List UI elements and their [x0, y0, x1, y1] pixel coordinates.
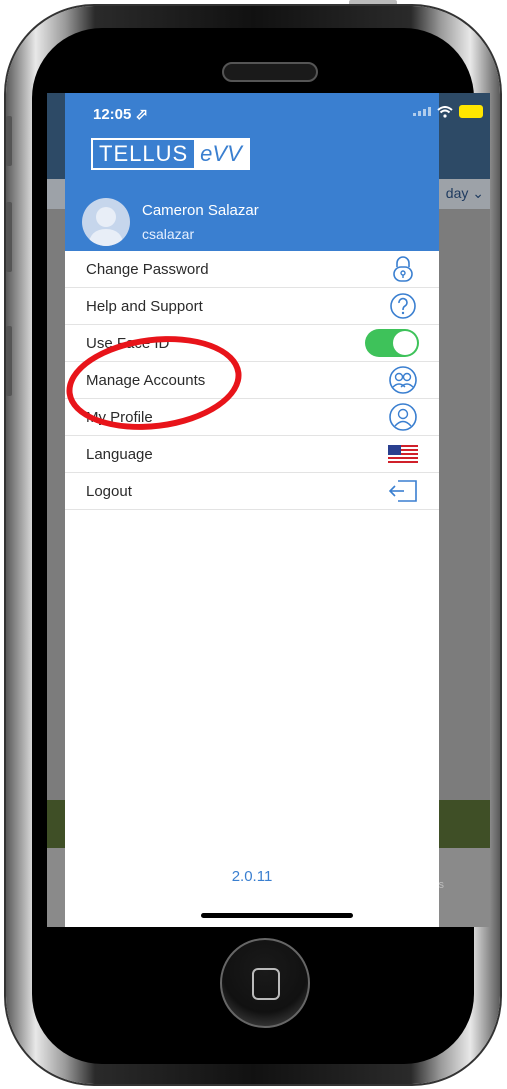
- question-circle-icon: [387, 290, 419, 322]
- background-filter-dropdown[interactable]: day ⌄: [446, 185, 484, 202]
- status-icons: [413, 105, 483, 118]
- home-square-icon: [252, 968, 280, 1000]
- app-version: 2.0.11: [231, 868, 273, 885]
- menu-item-logout[interactable]: Logout: [65, 473, 439, 510]
- user-avatar-icon: [88, 207, 124, 246]
- multi-user-icon: [387, 364, 419, 396]
- menu-item-help-and-support[interactable]: Help and Support: [65, 288, 439, 325]
- logo-text-tellus: TELLUS: [99, 141, 189, 166]
- menu-item-label: Language: [86, 445, 153, 463]
- phone-screen: day ⌄ s 12:05 ⬀ TELLUS eVV Cameron Salaz…: [47, 93, 490, 927]
- status-time: 12:05 ⬀: [93, 106, 149, 123]
- side-button: [6, 116, 12, 166]
- menu-item-language[interactable]: Language: [65, 436, 439, 473]
- user-full-name: Cameron Salazar: [142, 202, 259, 219]
- side-button: [6, 326, 12, 396]
- toggle-knob: [393, 331, 417, 355]
- avatar[interactable]: [82, 198, 130, 246]
- logout-icon: [387, 475, 419, 507]
- menu-item-label: Logout: [86, 482, 132, 500]
- logo-text-evv: eVV: [194, 140, 248, 168]
- menu-item-label: Change Password: [86, 260, 209, 278]
- lock-icon: [387, 253, 419, 285]
- app-logo: TELLUS eVV: [91, 138, 250, 170]
- user-username: csalazar: [142, 226, 195, 242]
- face-id-toggle[interactable]: [365, 329, 419, 357]
- background-lower-text: s: [438, 879, 445, 891]
- signal-icon: [413, 107, 431, 116]
- speaker-grille: [222, 62, 318, 82]
- menu-item-change-password[interactable]: Change Password: [65, 251, 439, 288]
- battery-icon: [459, 105, 483, 118]
- home-button[interactable]: [220, 938, 310, 1028]
- profile-icon: [387, 401, 419, 433]
- us-flag-icon: [387, 438, 419, 470]
- navigation-drawer: 12:05 ⬀ TELLUS eVV Cameron Salazar csala…: [65, 93, 483, 927]
- drawer-header: 12:05 ⬀ TELLUS eVV Cameron Salazar csala…: [65, 93, 483, 251]
- side-button: [6, 202, 12, 272]
- menu-item-label: Help and Support: [86, 297, 203, 315]
- wifi-icon: [437, 105, 453, 118]
- home-indicator[interactable]: [201, 913, 353, 918]
